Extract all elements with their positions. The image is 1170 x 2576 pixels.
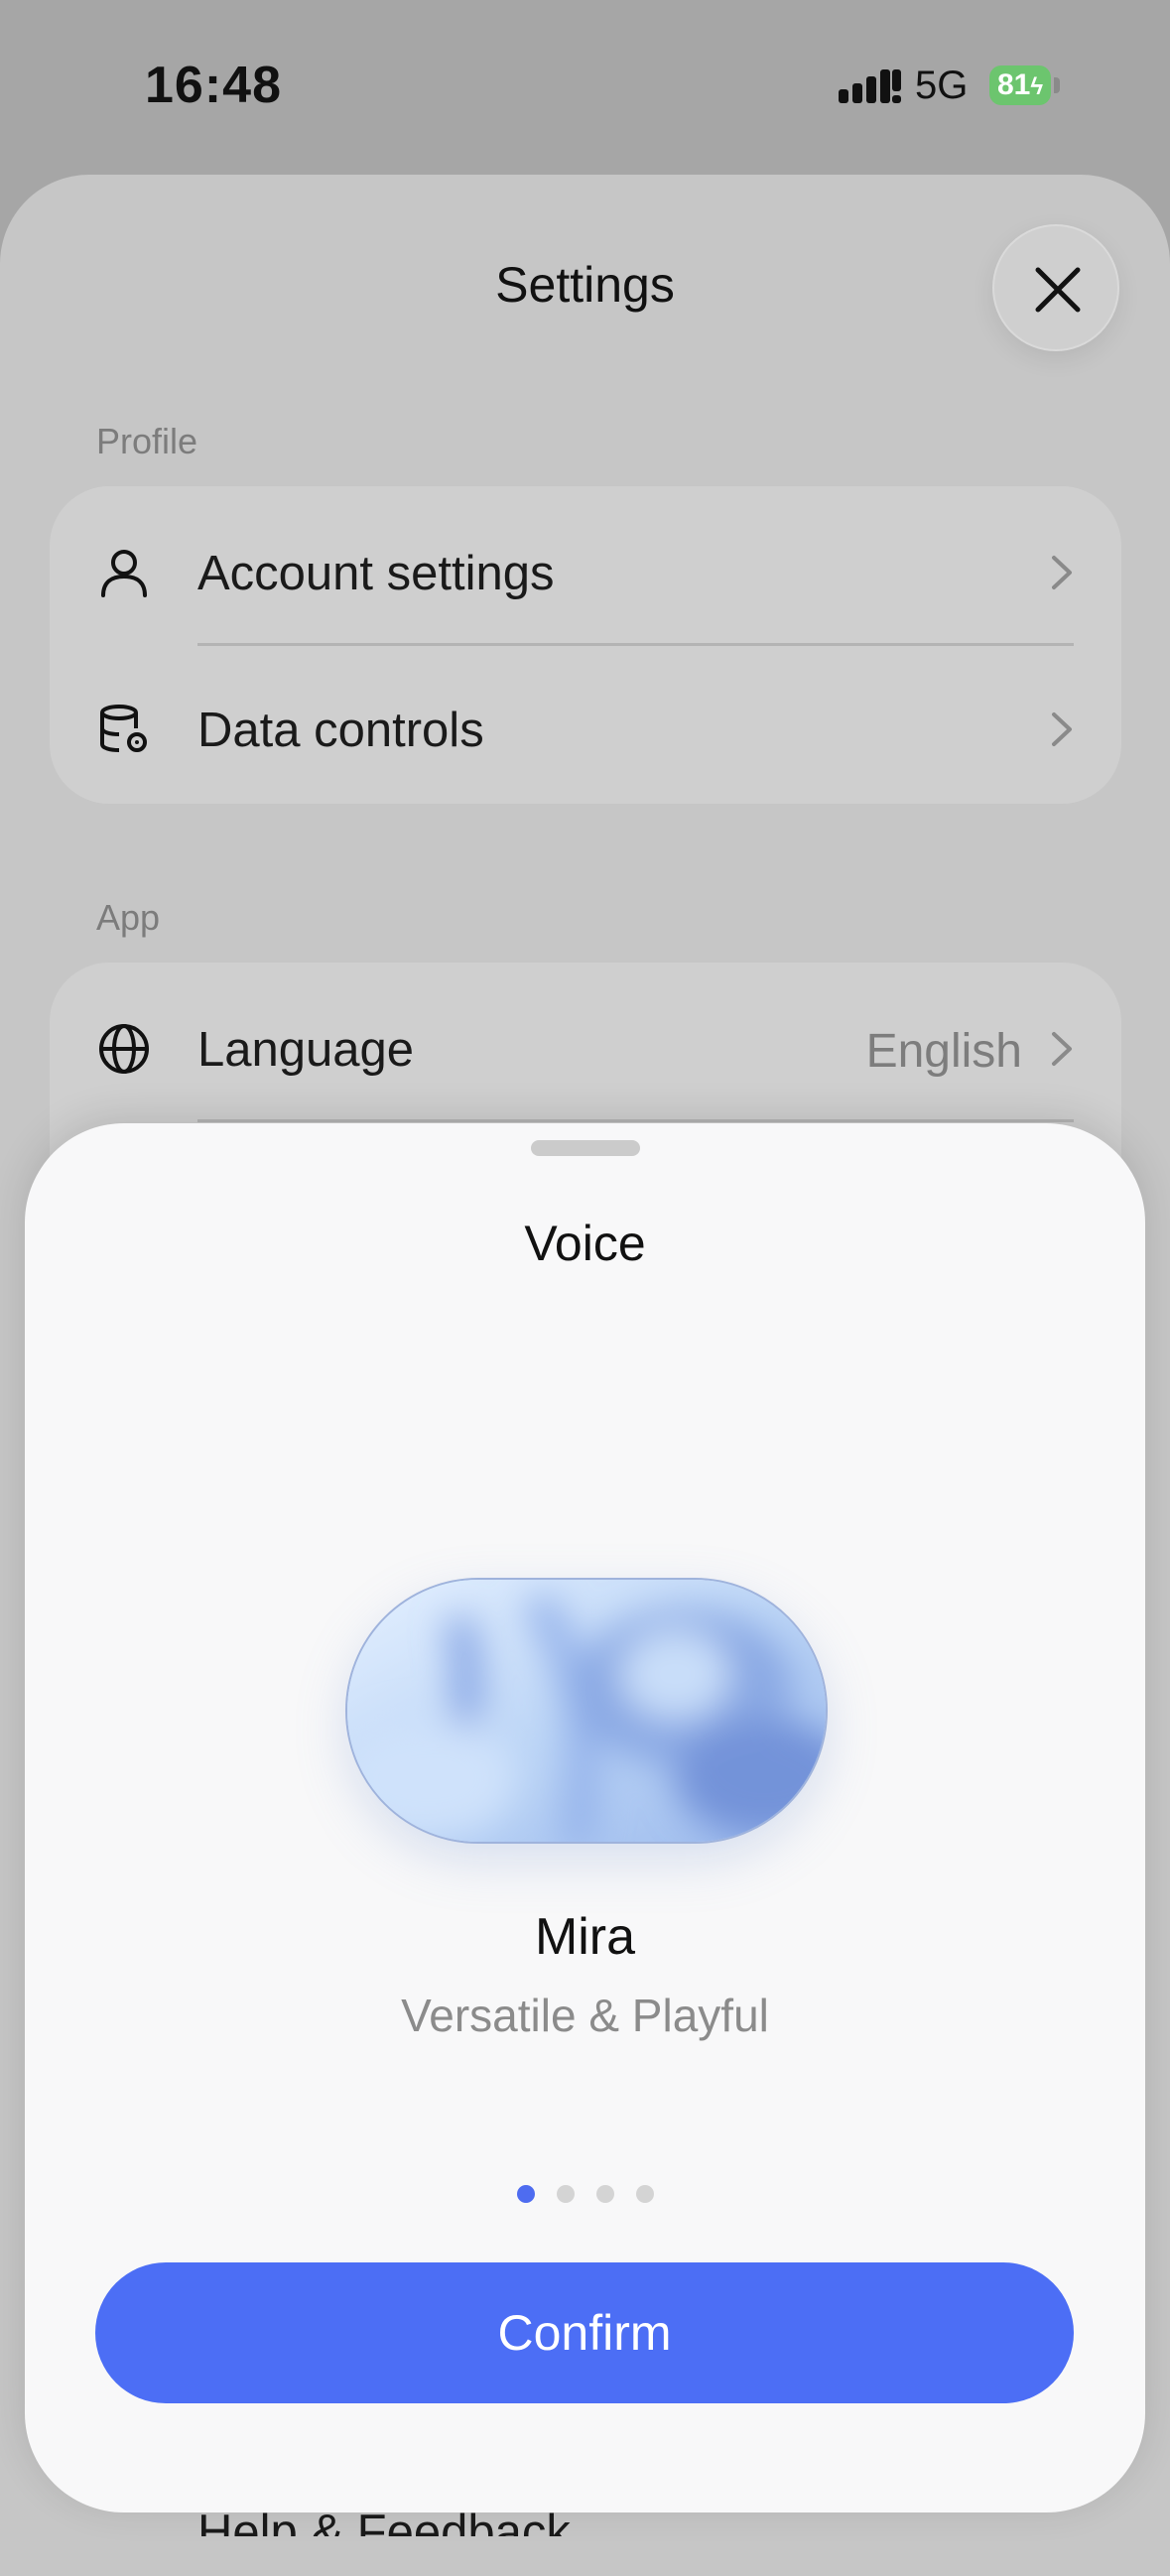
status-time: 16:48 — [145, 57, 282, 114]
page-dot[interactable] — [635, 2185, 654, 2203]
close-icon — [1035, 267, 1081, 313]
close-button[interactable] — [992, 224, 1119, 351]
profile-card: Account settings Data controls — [50, 486, 1121, 804]
person-icon — [101, 550, 147, 597]
voice-name: Mira — [534, 1908, 636, 1966]
app-section-label: App — [96, 897, 161, 938]
data-controls-row[interactable]: Data controls — [50, 653, 1121, 802]
status-bar: 16:48 5G 81ϟ — [0, 0, 1170, 169]
chevron-right-icon — [1052, 556, 1072, 589]
battery-cap — [1054, 77, 1060, 93]
page-dot[interactable] — [556, 2185, 575, 2203]
battery-indicator: 81ϟ — [989, 65, 1051, 105]
page-dot[interactable] — [595, 2185, 614, 2203]
language-value: English — [865, 1025, 1022, 1078]
signal-strength-icon — [839, 69, 901, 103]
row-divider — [197, 643, 1074, 646]
globe-icon — [99, 1024, 149, 1074]
language-row[interactable]: Language English — [50, 972, 1121, 1121]
confirm-button[interactable]: Confirm — [95, 2262, 1074, 2403]
network-type: 5G — [915, 64, 969, 107]
language-label: Language — [197, 1023, 415, 1077]
charging-bolt-icon: ϟ — [1030, 73, 1044, 100]
row-divider — [197, 1119, 1074, 1122]
account-settings-label: Account settings — [197, 547, 555, 600]
voice-preview-orb[interactable] — [345, 1578, 828, 1844]
voice-sheet-title: Voice — [524, 1216, 646, 1271]
page-indicator[interactable] — [25, 2185, 1145, 2208]
data-controls-label: Data controls — [197, 704, 484, 757]
chevron-right-icon — [1052, 712, 1072, 746]
voice-orb-gradient — [347, 1580, 826, 1842]
profile-section-label: Profile — [96, 421, 198, 461]
sheet-grabber[interactable] — [531, 1140, 640, 1156]
page-dot-active[interactable] — [516, 2185, 535, 2203]
chevron-right-icon — [1052, 1032, 1072, 1066]
voice-sheet: Voice Mira Versatile & Playful Confirm — [25, 1123, 1145, 2512]
battery-level: 81 — [997, 68, 1031, 101]
account-settings-row[interactable]: Account settings — [50, 496, 1121, 645]
database-gear-icon — [100, 705, 147, 752]
voice-description: Versatile & Playful — [401, 1990, 769, 2041]
